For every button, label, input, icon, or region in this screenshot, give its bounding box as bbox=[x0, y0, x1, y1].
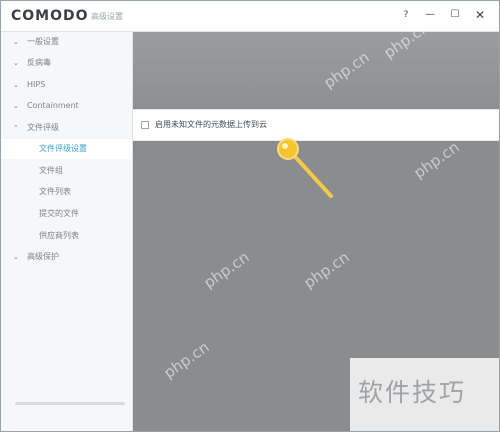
sidebar-item-label: 文件评级设置 bbox=[39, 144, 87, 153]
close-button[interactable]: ✕ bbox=[469, 5, 491, 25]
sidebar-scrollbar[interactable] bbox=[15, 402, 125, 405]
chevron-down-icon: ⌄ bbox=[13, 253, 19, 261]
sidebar-item-label: 提交的文件 bbox=[39, 209, 79, 218]
comodo-logo: COMODO bbox=[11, 8, 89, 24]
chevron-down-icon: ⌄ bbox=[13, 102, 19, 110]
sidebar-item-general-settings[interactable]: ⌄ 一般设置 bbox=[1, 32, 132, 52]
sidebar-item-file-groups[interactable]: 文件组 bbox=[1, 161, 132, 181]
metadata-upload-label: 启用未知文件的元数据上传到云 bbox=[155, 120, 267, 129]
sidebar-item-vendor-list[interactable]: 供应商列表 bbox=[1, 226, 132, 246]
metadata-upload-checkbox[interactable] bbox=[141, 121, 149, 129]
sidebar-item-label: Containment bbox=[27, 101, 79, 110]
sidebar-item-label: 文件组 bbox=[39, 166, 63, 175]
sidebar-item-label: 高级保护 bbox=[27, 252, 59, 261]
brand-watermark-text: 软件技巧 bbox=[358, 378, 467, 407]
sidebar-item-file-rating[interactable]: ⌃ 文件评级 bbox=[1, 118, 132, 138]
chevron-down-icon: ⌄ bbox=[13, 81, 19, 89]
maximize-button[interactable]: ☐ bbox=[444, 5, 466, 25]
chevron-down-icon: ⌄ bbox=[13, 59, 19, 67]
sidebar-item-label: 文件列表 bbox=[39, 187, 71, 196]
sidebar: ⌄ 一般设置 ⌄ 反病毒 ⌄ HIPS ⌄ Containment ⌃ 文件评级… bbox=[1, 32, 133, 431]
window-title: 高级设置 bbox=[91, 12, 123, 21]
sidebar-item-antivirus[interactable]: ⌄ 反病毒 bbox=[1, 53, 132, 73]
advanced-settings-window: COMODO 高级设置 ? — ☐ ✕ ⌄ 一般设置 ⌄ 反病毒 ⌄ HIPS … bbox=[0, 0, 500, 432]
sidebar-item-label: 供应商列表 bbox=[39, 231, 79, 240]
pointer-annotation-icon bbox=[277, 138, 333, 198]
sidebar-item-label: 一般设置 bbox=[27, 37, 59, 46]
sidebar-item-submitted-files[interactable]: 提交的文件 bbox=[1, 204, 132, 224]
sidebar-item-advanced-protection[interactable]: ⌄ 高级保护 bbox=[1, 247, 132, 267]
help-button[interactable]: ? bbox=[395, 5, 417, 25]
sidebar-item-hips[interactable]: ⌄ HIPS bbox=[1, 75, 132, 95]
sidebar-item-label: HIPS bbox=[27, 80, 46, 89]
chevron-down-icon: ⌄ bbox=[13, 38, 19, 46]
dimmed-overlay bbox=[133, 32, 499, 107]
sidebar-item-label: 反病毒 bbox=[27, 58, 51, 67]
sidebar-item-containment[interactable]: ⌄ Containment bbox=[1, 96, 132, 116]
sidebar-item-file-list[interactable]: 文件列表 bbox=[1, 182, 132, 202]
sidebar-item-label: 文件评级 bbox=[27, 123, 59, 132]
sidebar-item-file-rating-settings[interactable]: 文件评级设置 bbox=[1, 139, 132, 159]
chevron-up-icon: ⌃ bbox=[13, 124, 19, 132]
